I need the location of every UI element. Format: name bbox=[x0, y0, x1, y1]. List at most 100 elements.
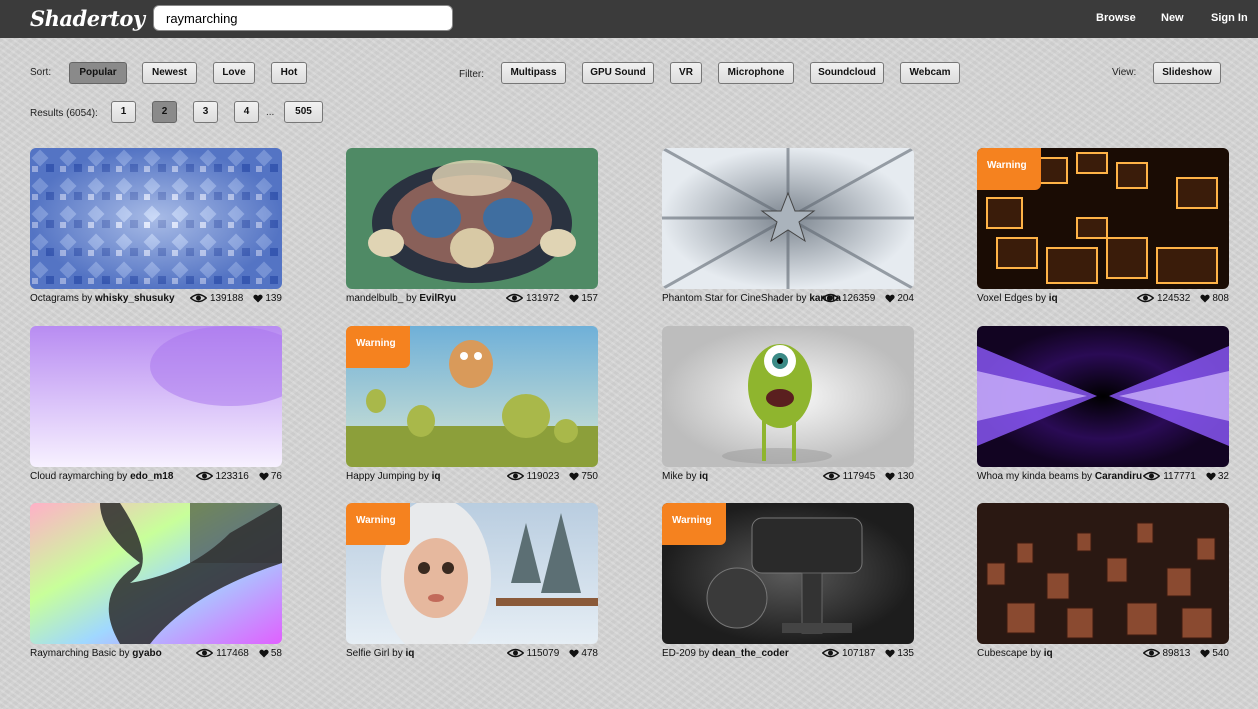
shader-title[interactable]: Cubescape bbox=[977, 648, 1028, 659]
page-2-button[interactable]: 2 bbox=[152, 101, 177, 123]
shader-title[interactable]: Phantom Star for CineShader bbox=[662, 293, 793, 304]
search-input[interactable] bbox=[153, 5, 453, 31]
by-label: by bbox=[1035, 293, 1049, 304]
shader-title[interactable]: Whoa my kinda beams bbox=[977, 471, 1079, 482]
shader-card[interactable]: mandelbulb_ by EvilRyu 131972 157 bbox=[346, 148, 598, 308]
shader-thumbnail[interactable] bbox=[30, 148, 282, 289]
warning-badge: Warning bbox=[346, 326, 410, 368]
shader-thumbnail[interactable]: Warning bbox=[346, 503, 598, 644]
shader-thumbnail[interactable]: Warning bbox=[662, 503, 914, 644]
shader-stats: 124532 808 bbox=[1136, 293, 1229, 304]
filter-microphone-button[interactable]: Microphone bbox=[718, 62, 794, 84]
shader-author[interactable]: iq bbox=[432, 471, 441, 482]
shader-card[interactable]: Warning ED-209 by dean_the_coder 107187 … bbox=[662, 503, 914, 663]
shader-card[interactable]: Raymarching Basic by gyabo 117468 58 bbox=[30, 503, 282, 663]
filter-soundcloud-button[interactable]: Soundcloud bbox=[810, 62, 884, 84]
eye-icon bbox=[1136, 293, 1157, 304]
eye-icon bbox=[505, 293, 526, 304]
shader-thumbnail[interactable]: Warning bbox=[977, 148, 1229, 289]
shader-card[interactable]: Cloud raymarching by edo_m18 123316 76 bbox=[30, 326, 282, 486]
warning-badge: Warning bbox=[346, 503, 410, 545]
view-count: 117771 bbox=[1163, 471, 1196, 482]
page-4-button[interactable]: 4 bbox=[234, 101, 259, 123]
warning-badge: Warning bbox=[977, 148, 1041, 190]
shader-card[interactable]: Warning Voxel Edges by iq 124532 808 bbox=[977, 148, 1229, 308]
shader-stats: 139188 139 bbox=[189, 293, 282, 304]
shader-card[interactable]: Warning Happy Jumping by iq 119023 750 bbox=[346, 326, 598, 486]
filter-label: Filter: bbox=[459, 69, 484, 80]
results-count: Results (6054): bbox=[30, 108, 98, 119]
shader-stats: 117468 58 bbox=[196, 648, 282, 659]
shader-author[interactable]: iq bbox=[699, 471, 708, 482]
eye-icon bbox=[195, 471, 216, 482]
shader-meta: Cloud raymarching by edo_m18 123316 76 bbox=[30, 470, 282, 486]
shader-author[interactable]: edo_m18 bbox=[130, 471, 173, 482]
heart-icon bbox=[559, 648, 581, 659]
filter-vr-button[interactable]: VR bbox=[670, 62, 702, 84]
shader-title[interactable]: Octagrams bbox=[30, 293, 79, 304]
shader-thumbnail[interactable]: Warning bbox=[346, 326, 598, 467]
shader-meta: Selfie Girl by iq 115079 478 bbox=[346, 647, 598, 663]
shader-title[interactable]: Happy Jumping bbox=[346, 471, 415, 482]
shader-meta: Mike by iq 117945 130 bbox=[662, 470, 914, 486]
filter-webcam-button[interactable]: Webcam bbox=[900, 62, 960, 84]
shader-card[interactable]: Whoa my kinda beams by Carandiru 117771 … bbox=[977, 326, 1229, 486]
view-count: 139188 bbox=[209, 293, 244, 304]
shader-title[interactable]: Voxel Edges bbox=[977, 293, 1033, 304]
shader-card[interactable]: Octagrams by whisky_shusuky 139188 139 bbox=[30, 148, 282, 308]
page-3-button[interactable]: 3 bbox=[193, 101, 218, 123]
shader-title[interactable]: Mike bbox=[662, 471, 683, 482]
sort-popular-button[interactable]: Popular bbox=[69, 62, 127, 84]
shader-thumbnail[interactable] bbox=[30, 503, 282, 644]
shader-title[interactable]: Cloud raymarching bbox=[30, 471, 114, 482]
page-1-button[interactable]: 1 bbox=[111, 101, 136, 123]
shader-thumbnail[interactable] bbox=[662, 326, 914, 467]
shader-title[interactable]: Selfie Girl bbox=[346, 648, 389, 659]
shadertoy-logo[interactable]: Shadertoy bbox=[30, 6, 145, 31]
sort-newest-button[interactable]: Newest bbox=[142, 62, 197, 84]
shader-thumbnail[interactable] bbox=[977, 503, 1229, 644]
heart-icon bbox=[243, 293, 265, 304]
shader-author[interactable]: EvilRyu bbox=[419, 293, 456, 304]
shader-card[interactable]: Cubescape by iq 89813 540 bbox=[977, 503, 1229, 663]
shader-thumbnail[interactable] bbox=[346, 148, 598, 289]
shader-title[interactable]: ED-209 bbox=[662, 648, 696, 659]
eye-icon bbox=[506, 471, 527, 482]
view-count: 117945 bbox=[842, 471, 876, 482]
shader-title[interactable]: Raymarching Basic bbox=[30, 648, 116, 659]
shader-author[interactable]: iq bbox=[1044, 648, 1053, 659]
sort-love-button[interactable]: Love bbox=[213, 62, 255, 84]
filter-gpu-sound-button[interactable]: GPU Sound bbox=[582, 62, 654, 84]
by-label: by bbox=[795, 293, 810, 304]
shader-author[interactable]: whisky_shusuky bbox=[95, 293, 174, 304]
shader-card[interactable]: Warning Selfie Girl by iq 115079 478 bbox=[346, 503, 598, 663]
like-count: 750 bbox=[581, 471, 598, 482]
filter-multipass-button[interactable]: Multipass bbox=[501, 62, 566, 84]
like-count: 808 bbox=[1212, 293, 1229, 304]
shader-thumbnail[interactable] bbox=[662, 148, 914, 289]
shader-card[interactable]: Mike by iq 117945 130 bbox=[662, 326, 914, 486]
shader-thumbnail[interactable] bbox=[30, 326, 282, 467]
view-slideshow-button[interactable]: Slideshow bbox=[1153, 62, 1221, 84]
shader-stats: 131972 157 bbox=[505, 293, 598, 304]
shader-meta: Whoa my kinda beams by Carandiru 117771 … bbox=[977, 470, 1229, 486]
shader-stats: 117771 32 bbox=[1143, 471, 1229, 482]
shader-meta: Voxel Edges by iq 124532 808 bbox=[977, 292, 1229, 308]
shader-card[interactable]: Phantom Star for CineShader by kaneta 12… bbox=[662, 148, 914, 308]
like-count: 157 bbox=[581, 293, 598, 304]
nav-sign-in[interactable]: Sign In bbox=[1211, 12, 1248, 24]
shader-author[interactable]: iq bbox=[405, 648, 414, 659]
sort-hot-button[interactable]: Hot bbox=[271, 62, 307, 84]
page-last-button[interactable]: 505 bbox=[284, 101, 323, 123]
shader-author[interactable]: iq bbox=[1049, 293, 1058, 304]
like-count: 32 bbox=[1217, 471, 1229, 482]
shader-thumbnail[interactable] bbox=[977, 326, 1229, 467]
shader-author[interactable]: Carandiru bbox=[1095, 471, 1142, 482]
shader-author[interactable]: gyabo bbox=[132, 648, 161, 659]
shader-author[interactable]: dean_the_coder bbox=[712, 648, 789, 659]
nav-browse[interactable]: Browse bbox=[1096, 12, 1136, 24]
like-count: 135 bbox=[897, 648, 914, 659]
shader-title[interactable]: mandelbulb_ bbox=[346, 293, 403, 304]
nav-new[interactable]: New bbox=[1161, 12, 1184, 24]
shader-stats: 119023 750 bbox=[506, 471, 598, 482]
